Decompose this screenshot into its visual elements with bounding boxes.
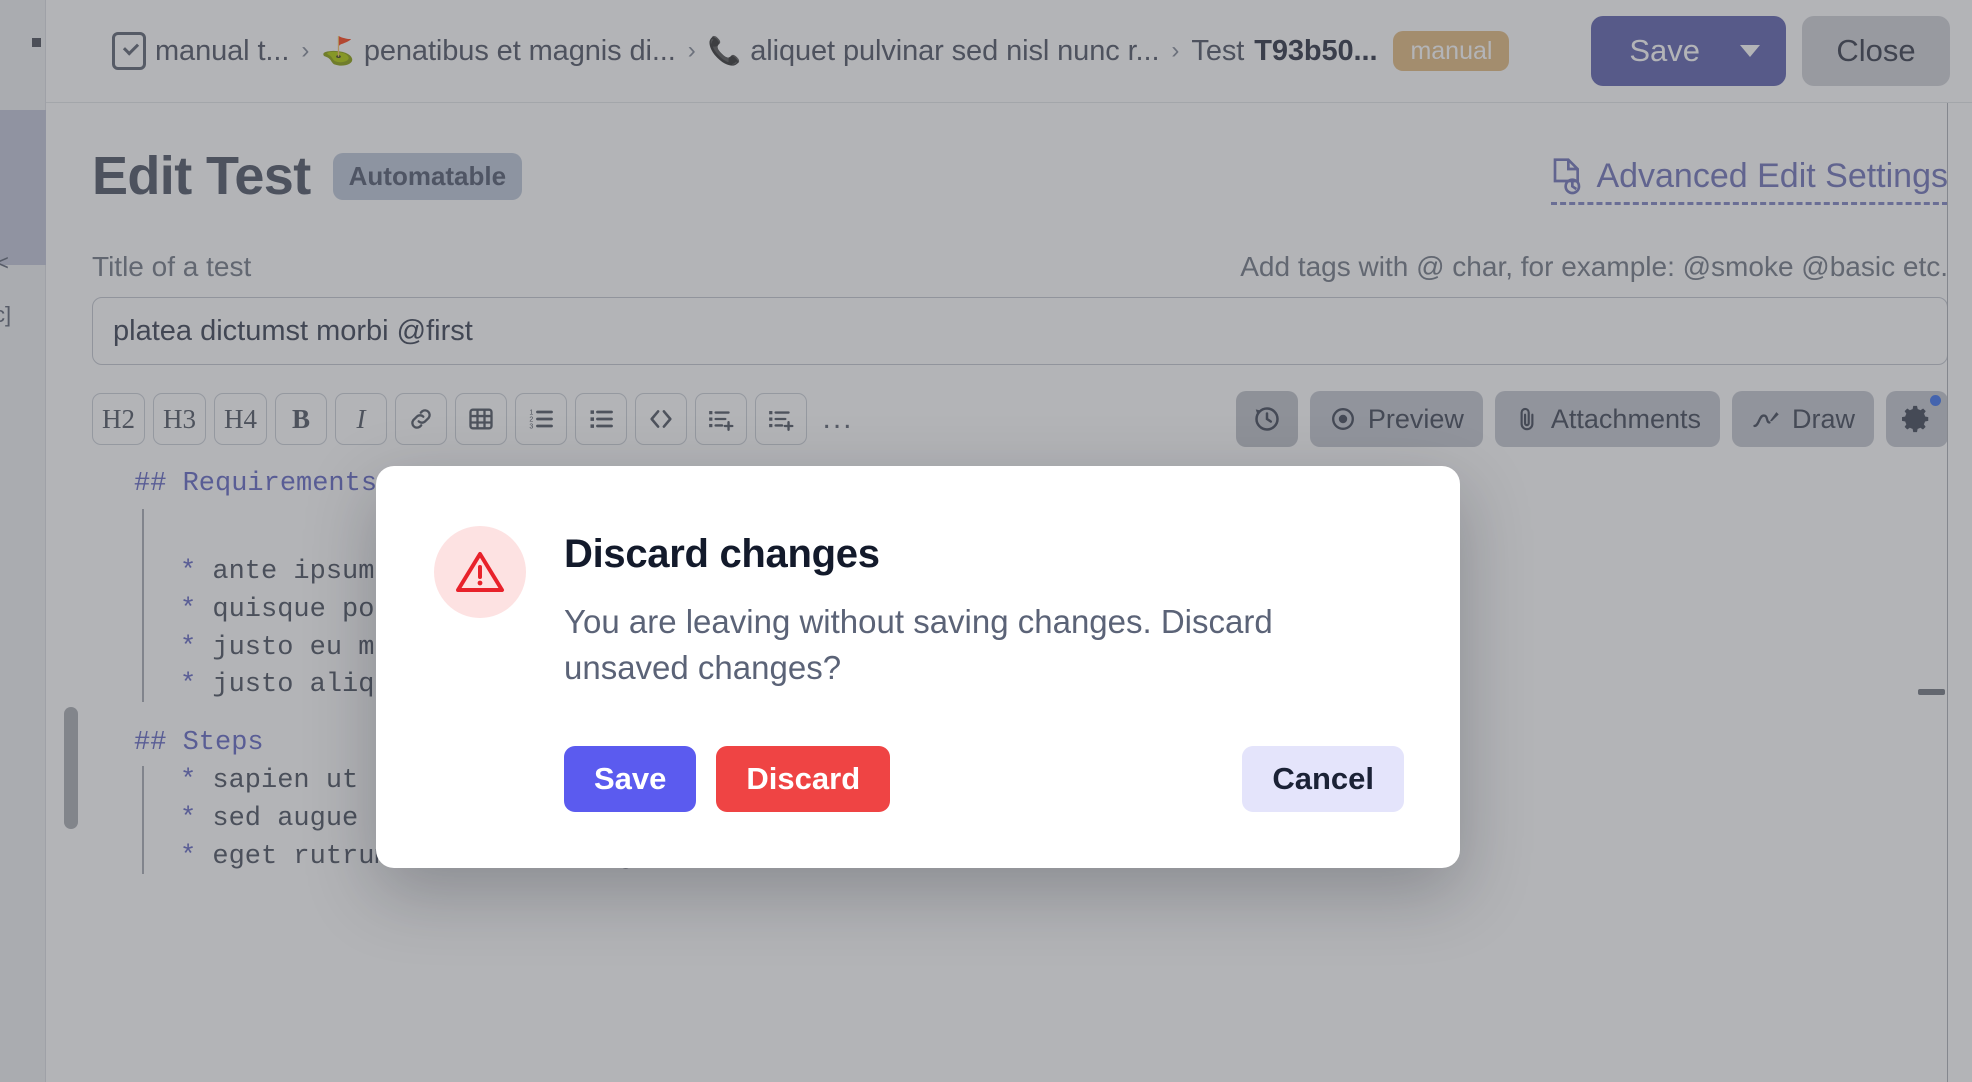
dialog-description: You are leaving without saving changes. …: [564, 603, 1273, 686]
dialog-header: Discard changes You are leaving without …: [434, 526, 1404, 690]
dialog-actions: Save Discard Cancel: [434, 746, 1404, 813]
dialog-discard-button[interactable]: Discard: [716, 746, 891, 813]
warning-icon-badge: [434, 526, 526, 618]
dialog-title: Discard changes: [564, 532, 880, 576]
warning-triangle-icon: [456, 552, 504, 592]
dialog-cancel-button[interactable]: Cancel: [1242, 746, 1404, 813]
discard-changes-dialog: Discard changes You are leaving without …: [376, 466, 1460, 869]
dialog-texts: Discard changes You are leaving without …: [564, 526, 1404, 690]
dialog-save-button[interactable]: Save: [564, 746, 697, 813]
